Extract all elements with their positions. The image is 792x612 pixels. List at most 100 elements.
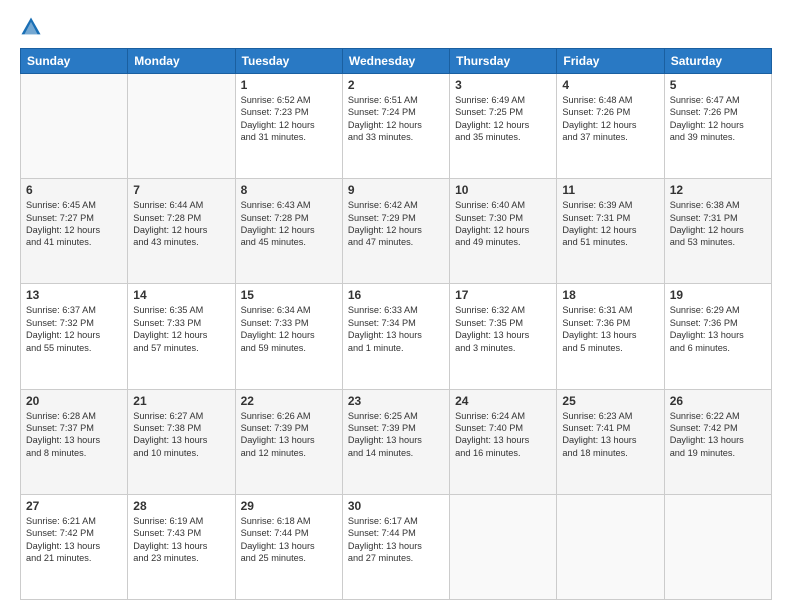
page: SundayMondayTuesdayWednesdayThursdayFrid… — [0, 0, 792, 612]
cell-content: Sunrise: 6:33 AM Sunset: 7:34 PM Dayligh… — [348, 304, 444, 354]
calendar-cell: 5Sunrise: 6:47 AM Sunset: 7:26 PM Daylig… — [664, 74, 771, 179]
day-number: 10 — [455, 183, 551, 197]
day-number: 7 — [133, 183, 229, 197]
day-number: 27 — [26, 499, 122, 513]
cell-content: Sunrise: 6:51 AM Sunset: 7:24 PM Dayligh… — [348, 94, 444, 144]
calendar-cell: 26 Sunrise: 6:22 AM Sunset: 7:42 PM Dayli… — [664, 389, 771, 494]
cell-content: Sunrise: 6:34 AM Sunset: 7:33 PM Dayligh… — [241, 304, 337, 354]
weekday-header: Monday — [128, 49, 235, 74]
day-number: 8 — [241, 183, 337, 197]
cell-content: Sunrise: 6:35 AM Sunset: 7:33 PM Dayligh… — [133, 304, 229, 354]
cell-content: Sunrise: 6:31 AM Sunset: 7:36 PM Dayligh… — [562, 304, 658, 354]
calendar-cell: 12 Sunrise: 6:38 AM Sunset: 7:31 PM Dayli… — [664, 179, 771, 284]
calendar-week-row: 13 Sunrise: 6:37 AM Sunset: 7:32 PM Dayli… — [21, 284, 772, 389]
day-number: 28 — [133, 499, 229, 513]
calendar-cell: 28 Sunrise: 6:19 AM Sunset: 7:43 PM Dayli… — [128, 494, 235, 599]
logo-icon — [20, 16, 42, 38]
cell-content: Sunrise: 6:37 AM Sunset: 7:32 PM Dayligh… — [26, 304, 122, 354]
calendar-cell: 6 Sunrise: 6:45 AM Sunset: 7:27 PM Daylig… — [21, 179, 128, 284]
calendar-cell: 7Sunrise: 6:44 AM Sunset: 7:28 PM Daylig… — [128, 179, 235, 284]
calendar-cell — [664, 494, 771, 599]
calendar-cell: 17 Sunrise: 6:32 AM Sunset: 7:35 PM Dayli… — [450, 284, 557, 389]
calendar-cell: 20Sunrise: 6:28 AM Sunset: 7:37 PM Dayli… — [21, 389, 128, 494]
calendar-cell — [450, 494, 557, 599]
calendar-cell: 9 Sunrise: 6:42 AM Sunset: 7:29 PM Daylig… — [342, 179, 449, 284]
day-number: 12 — [670, 183, 766, 197]
day-number: 26 — [670, 394, 766, 408]
cell-content: Sunrise: 6:45 AM Sunset: 7:27 PM Dayligh… — [26, 199, 122, 249]
cell-content: Sunrise: 6:32 AM Sunset: 7:35 PM Dayligh… — [455, 304, 551, 354]
cell-content: Sunrise: 6:26 AM Sunset: 7:39 PM Dayligh… — [241, 410, 337, 460]
day-number: 2 — [348, 78, 444, 92]
cell-content: Sunrise: 6:47 AM Sunset: 7:26 PM Dayligh… — [670, 94, 766, 144]
day-number: 1 — [241, 78, 337, 92]
cell-content: Sunrise: 6:39 AM Sunset: 7:31 PM Dayligh… — [562, 199, 658, 249]
day-number: 18 — [562, 288, 658, 302]
day-number: 4 — [562, 78, 658, 92]
cell-content: Sunrise: 6:19 AM Sunset: 7:43 PM Dayligh… — [133, 515, 229, 565]
cell-content: Sunrise: 6:42 AM Sunset: 7:29 PM Dayligh… — [348, 199, 444, 249]
day-number: 30 — [348, 499, 444, 513]
calendar-cell: 3Sunrise: 6:49 AM Sunset: 7:25 PM Daylig… — [450, 74, 557, 179]
cell-content: Sunrise: 6:17 AM Sunset: 7:44 PM Dayligh… — [348, 515, 444, 565]
day-number: 6 — [26, 183, 122, 197]
cell-content: Sunrise: 6:48 AM Sunset: 7:26 PM Dayligh… — [562, 94, 658, 144]
calendar-week-row: 6 Sunrise: 6:45 AM Sunset: 7:27 PM Daylig… — [21, 179, 772, 284]
calendar-cell: 15 Sunrise: 6:34 AM Sunset: 7:33 PM Dayli… — [235, 284, 342, 389]
cell-content: Sunrise: 6:21 AM Sunset: 7:42 PM Dayligh… — [26, 515, 122, 565]
day-number: 23 — [348, 394, 444, 408]
calendar-cell: 23Sunrise: 6:25 AM Sunset: 7:39 PM Dayli… — [342, 389, 449, 494]
header — [20, 16, 772, 38]
calendar-week-row: 27 Sunrise: 6:21 AM Sunset: 7:42 PM Dayli… — [21, 494, 772, 599]
day-number: 17 — [455, 288, 551, 302]
logo — [20, 16, 46, 38]
calendar-cell: 22 Sunrise: 6:26 AM Sunset: 7:39 PM Dayli… — [235, 389, 342, 494]
day-number: 19 — [670, 288, 766, 302]
calendar-week-row: 20Sunrise: 6:28 AM Sunset: 7:37 PM Dayli… — [21, 389, 772, 494]
cell-content: Sunrise: 6:38 AM Sunset: 7:31 PM Dayligh… — [670, 199, 766, 249]
day-number: 24 — [455, 394, 551, 408]
day-number: 29 — [241, 499, 337, 513]
calendar-table: SundayMondayTuesdayWednesdayThursdayFrid… — [20, 48, 772, 600]
day-number: 9 — [348, 183, 444, 197]
weekday-header-row: SundayMondayTuesdayWednesdayThursdayFrid… — [21, 49, 772, 74]
calendar-cell: 18 Sunrise: 6:31 AM Sunset: 7:36 PM Dayli… — [557, 284, 664, 389]
calendar-cell: 30 Sunrise: 6:17 AM Sunset: 7:44 PM Dayli… — [342, 494, 449, 599]
cell-content: Sunrise: 6:18 AM Sunset: 7:44 PM Dayligh… — [241, 515, 337, 565]
calendar-cell: 11 Sunrise: 6:39 AM Sunset: 7:31 PM Dayli… — [557, 179, 664, 284]
calendar-cell: 19Sunrise: 6:29 AM Sunset: 7:36 PM Dayli… — [664, 284, 771, 389]
weekday-header: Wednesday — [342, 49, 449, 74]
cell-content: Sunrise: 6:52 AM Sunset: 7:23 PM Dayligh… — [241, 94, 337, 144]
cell-content: Sunrise: 6:23 AM Sunset: 7:41 PM Dayligh… — [562, 410, 658, 460]
cell-content: Sunrise: 6:27 AM Sunset: 7:38 PM Dayligh… — [133, 410, 229, 460]
day-number: 21 — [133, 394, 229, 408]
calendar-cell: 25 Sunrise: 6:23 AM Sunset: 7:41 PM Dayli… — [557, 389, 664, 494]
calendar-cell: 14 Sunrise: 6:35 AM Sunset: 7:33 PM Dayli… — [128, 284, 235, 389]
day-number: 15 — [241, 288, 337, 302]
day-number: 22 — [241, 394, 337, 408]
calendar-cell — [128, 74, 235, 179]
day-number: 11 — [562, 183, 658, 197]
calendar-cell: 29 Sunrise: 6:18 AM Sunset: 7:44 PM Dayli… — [235, 494, 342, 599]
day-number: 14 — [133, 288, 229, 302]
calendar-cell: 4 Sunrise: 6:48 AM Sunset: 7:26 PM Daylig… — [557, 74, 664, 179]
calendar-cell — [21, 74, 128, 179]
cell-content: Sunrise: 6:43 AM Sunset: 7:28 PM Dayligh… — [241, 199, 337, 249]
calendar-cell: 10 Sunrise: 6:40 AM Sunset: 7:30 PM Dayli… — [450, 179, 557, 284]
weekday-header: Sunday — [21, 49, 128, 74]
calendar-cell: 27 Sunrise: 6:21 AM Sunset: 7:42 PM Dayli… — [21, 494, 128, 599]
day-number: 25 — [562, 394, 658, 408]
calendar-cell: 2 Sunrise: 6:51 AM Sunset: 7:24 PM Daylig… — [342, 74, 449, 179]
cell-content: Sunrise: 6:22 AM Sunset: 7:42 PM Dayligh… — [670, 410, 766, 460]
weekday-header: Tuesday — [235, 49, 342, 74]
calendar-cell: 8 Sunrise: 6:43 AM Sunset: 7:28 PM Daylig… — [235, 179, 342, 284]
day-number: 13 — [26, 288, 122, 302]
cell-content: Sunrise: 6:40 AM Sunset: 7:30 PM Dayligh… — [455, 199, 551, 249]
cell-content: Sunrise: 6:49 AM Sunset: 7:25 PM Dayligh… — [455, 94, 551, 144]
cell-content: Sunrise: 6:28 AM Sunset: 7:37 PM Dayligh… — [26, 410, 122, 460]
calendar-week-row: 1 Sunrise: 6:52 AM Sunset: 7:23 PM Daylig… — [21, 74, 772, 179]
day-number: 16 — [348, 288, 444, 302]
weekday-header: Thursday — [450, 49, 557, 74]
calendar-cell: 21 Sunrise: 6:27 AM Sunset: 7:38 PM Dayli… — [128, 389, 235, 494]
calendar-cell: 16 Sunrise: 6:33 AM Sunset: 7:34 PM Dayli… — [342, 284, 449, 389]
